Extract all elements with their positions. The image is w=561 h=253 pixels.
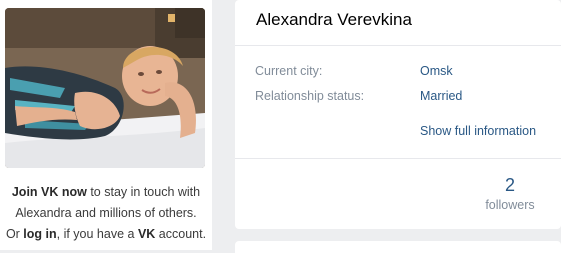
join-text-2: Alexandra and millions of others. — [15, 206, 197, 220]
divider — [235, 45, 561, 46]
profile-photo[interactable] — [5, 8, 205, 168]
info-label-city: Current city: — [255, 64, 323, 78]
profile-photo-image — [5, 8, 205, 168]
followers-count: 2 — [504, 175, 515, 195]
info-value-city[interactable]: Omsk — [420, 63, 453, 79]
join-text-3-suffix: account. — [155, 227, 207, 241]
join-prompt: Join VK now to stay in touch with Alexan… — [0, 182, 212, 245]
followers-counter[interactable]: 2 followers — [460, 175, 560, 215]
left-column: Join VK now to stay in touch with Alexan… — [0, 0, 212, 250]
info-label-relationship: Relationship status: — [255, 89, 365, 103]
join-text-3-middle: , if you have a — [56, 227, 138, 241]
divider — [235, 158, 561, 159]
followers-label: followers — [485, 198, 535, 212]
join-vk-link[interactable]: Join VK now — [12, 185, 87, 199]
next-card — [235, 241, 561, 253]
profile-card: Alexandra Verevkina Current city: Omsk R… — [235, 0, 561, 229]
join-text-1: to stay in touch with — [86, 185, 201, 199]
vk-brand-text: VK — [137, 227, 156, 241]
join-text-3-prefix: Or — [5, 227, 24, 241]
profile-name: Alexandra Verevkina — [256, 10, 412, 29]
show-full-information-link[interactable]: Show full information — [420, 124, 536, 138]
info-value-relationship[interactable]: Married — [420, 88, 462, 104]
login-link[interactable]: log in — [23, 227, 56, 241]
